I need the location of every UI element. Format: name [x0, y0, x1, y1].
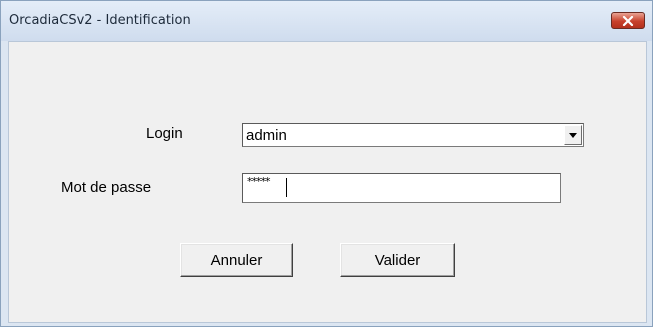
- cancel-button[interactable]: Annuler: [180, 243, 293, 277]
- close-button[interactable]: [611, 12, 645, 29]
- password-label: Mot de passe: [61, 179, 152, 196]
- login-label: Login: [146, 125, 183, 142]
- password-field[interactable]: *****: [242, 173, 561, 203]
- login-combobox[interactable]: admin: [242, 123, 584, 147]
- title-bar[interactable]: OrcadiaCSv2 - Identification: [1, 1, 652, 41]
- identification-dialog: OrcadiaCSv2 - Identification Login admin…: [0, 0, 653, 327]
- dialog-body: Login admin Mot de passe ***** Annuler V…: [8, 41, 647, 323]
- close-icon: [622, 15, 634, 26]
- window-title: OrcadiaCSv2 - Identification: [9, 13, 191, 28]
- submit-button[interactable]: Valider: [340, 243, 455, 277]
- password-mask: *****: [247, 175, 270, 188]
- chevron-down-icon: [569, 132, 577, 138]
- text-caret: [286, 178, 287, 197]
- login-dropdown-button[interactable]: [564, 125, 582, 145]
- login-value[interactable]: admin: [246, 127, 287, 144]
